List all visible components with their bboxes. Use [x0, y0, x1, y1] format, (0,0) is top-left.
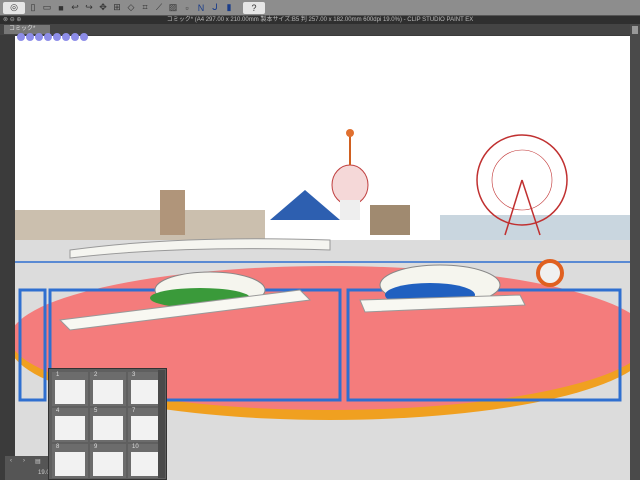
page-preview — [131, 452, 161, 476]
tab-bar: コミック* — [0, 24, 640, 35]
tool-icon[interactable] — [53, 33, 61, 41]
center-tower — [331, 129, 369, 220]
vertical-scrollbar[interactable] — [630, 24, 640, 480]
tool-icon[interactable] — [17, 33, 25, 41]
page-manager-scrollbar[interactable] — [158, 370, 165, 478]
page-number: 8 — [56, 444, 60, 450]
help-icon[interactable]: ? — [243, 1, 265, 14]
page-thumbnail[interactable]: 9 — [90, 444, 126, 478]
command-bar: ◎ ▯ ▭ ■ ↩ ↪ ✥ ⊞ ◇ ⌗ ⟋ ▨ ▫ N ᒍ ▮ ? — [0, 0, 640, 16]
page-thumbnail[interactable]: 8 — [52, 444, 88, 478]
page-preview — [55, 380, 85, 404]
page-preview — [93, 380, 123, 404]
window-controls[interactable]: ⊗ ⊖ ⊕ — [3, 16, 21, 24]
window-title: コミック* (A4 297.00 x 210.00mm 製本サイズ:B5 判 2… — [166, 17, 474, 23]
page-thumbnail[interactable]: 4 — [52, 408, 88, 442]
page-number: 5 — [94, 408, 98, 414]
page-preview — [93, 416, 123, 440]
page-number: 9 — [94, 444, 98, 450]
page-number: 4 — [56, 408, 60, 414]
tab-label: コミック* — [9, 26, 36, 32]
special-ruler-icon[interactable]: ᒍ — [209, 2, 221, 14]
page-number: 2 — [94, 372, 98, 378]
page-number: 1 — [56, 372, 60, 378]
tool-icon[interactable] — [26, 33, 34, 41]
page-preview — [55, 416, 85, 440]
quick-access-icons — [17, 33, 88, 41]
title-bar: ⊗ ⊖ ⊕ コミック* (A4 297.00 x 210.00mm 製本サイズ:… — [0, 16, 640, 24]
blank-icon[interactable]: ▫ — [181, 2, 193, 14]
page-thumbnail[interactable]: 5 — [90, 408, 126, 442]
carousel-tent — [270, 190, 340, 220]
page-view-icon[interactable]: ▤ — [35, 458, 41, 465]
page-preview — [131, 416, 161, 440]
tool-icon[interactable] — [80, 33, 88, 41]
page-thumbnail[interactable]: 1 — [52, 372, 88, 406]
crop-icon[interactable]: ⌗ — [139, 2, 151, 14]
page-preview — [55, 452, 85, 476]
tone-icon[interactable]: ▨ — [167, 2, 179, 14]
page-thumbnail[interactable]: 2 — [90, 372, 126, 406]
tool-icon[interactable] — [35, 33, 43, 41]
select-icon[interactable]: ⊞ — [111, 2, 123, 14]
app-menu-icon[interactable]: ◎ — [3, 1, 25, 14]
navigator-panel: ‹ › ▤ 19.0 — [5, 456, 50, 480]
redo-icon[interactable]: ↪ — [83, 2, 95, 14]
undo-icon[interactable]: ↩ — [69, 2, 81, 14]
page-number: 10 — [132, 444, 139, 450]
left-dock — [0, 35, 15, 480]
grid-snap-icon[interactable]: ▮ — [223, 2, 235, 14]
fill-icon[interactable]: ◇ — [125, 2, 137, 14]
transform-icon[interactable]: ✥ — [97, 2, 109, 14]
page-preview — [93, 452, 123, 476]
tool-icon[interactable] — [44, 33, 52, 41]
save-icon[interactable]: ■ — [55, 2, 67, 14]
page-number: 3 — [132, 372, 136, 378]
tool-icon[interactable] — [71, 33, 79, 41]
page-preview — [131, 380, 161, 404]
new-icon[interactable]: ▯ — [27, 2, 39, 14]
prev-page-icon[interactable]: ‹ — [10, 458, 12, 464]
tool-icon[interactable] — [62, 33, 70, 41]
next-page-icon[interactable]: › — [23, 458, 25, 464]
open-icon[interactable]: ▭ — [41, 2, 53, 14]
page-number: 7 — [132, 408, 136, 414]
page-manager: 1 2 3 4 5 7 8 9 10 — [48, 368, 167, 480]
ruler-snap-icon[interactable]: N — [195, 2, 207, 14]
scroll-thumb[interactable] — [632, 26, 638, 34]
line-icon[interactable]: ⟋ — [153, 2, 165, 14]
